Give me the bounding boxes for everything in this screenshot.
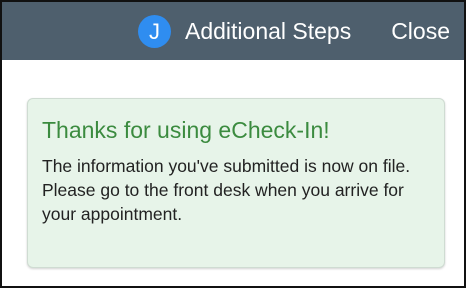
header-title-group: J Additional Steps (138, 14, 351, 48)
success-message-panel: Thanks for using eCheck-In! The informat… (27, 98, 445, 268)
page-title: Additional Steps (185, 18, 352, 44)
success-message-title: Thanks for using eCheck-In! (42, 117, 330, 143)
user-avatar[interactable]: J (138, 14, 171, 48)
top-bar: J Additional Steps Close (2, 2, 464, 60)
success-message-body: The information you've submitted is now … (42, 156, 411, 224)
app-window: J Additional Steps Close Thanks for usin… (0, 0, 466, 288)
close-button[interactable]: Close (391, 14, 450, 48)
main-content: Thanks for using eCheck-In! The informat… (2, 60, 464, 286)
